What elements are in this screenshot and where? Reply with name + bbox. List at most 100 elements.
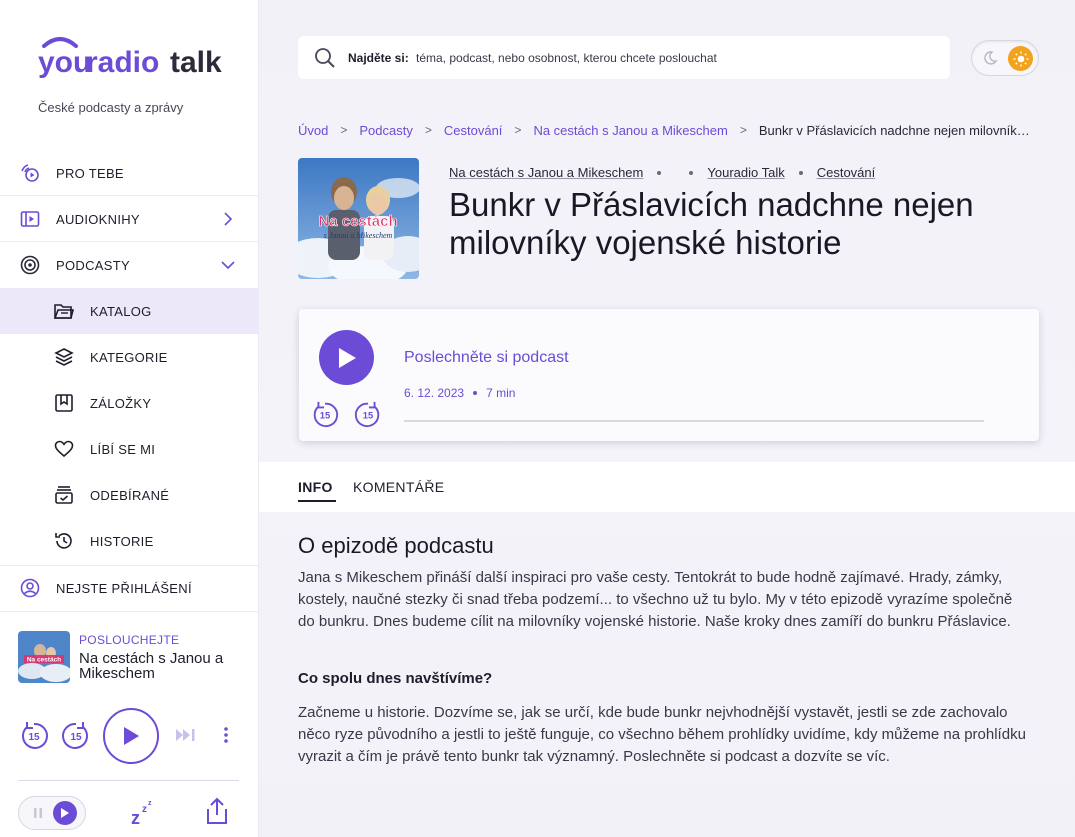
bookmark-icon: [53, 392, 75, 414]
now-playing-label: POSLOUCHEJTE: [79, 633, 180, 647]
rewind-15-button[interactable]: 15: [310, 399, 340, 429]
sleep-icon: z zz: [131, 800, 152, 826]
nav-label: LÍBÍ SE MI: [90, 441, 156, 457]
sun-icon: [1008, 46, 1033, 71]
svg-text:z: z: [142, 804, 147, 815]
divider: [0, 611, 259, 612]
breadcrumb-podcasty[interactable]: Podcasty: [359, 123, 412, 138]
folder-icon: [53, 300, 75, 322]
chevron-right-icon: >: [514, 123, 522, 137]
nav-historie[interactable]: HISTORIE: [0, 518, 259, 564]
search-label: Najděte si:: [348, 50, 409, 65]
now-playing[interactable]: Na cestách POSLOUCHEJTE Na cestách s Jan…: [18, 630, 248, 686]
next-button[interactable]: [174, 726, 198, 744]
forward-15-button[interactable]: 15: [60, 719, 92, 751]
episode-meta: Na cestách s Janou a Mikeschem Youradio …: [449, 165, 875, 180]
separator-dot: [798, 170, 803, 175]
layers-icon: [53, 346, 75, 368]
now-cover-text: Na cestách: [27, 657, 61, 664]
chevron-right-icon: [221, 212, 235, 226]
mini-play-button[interactable]: [103, 708, 159, 764]
nav-audioknihy[interactable]: AUDIOKNIHY: [0, 196, 259, 242]
rewind-icon: 15: [313, 401, 339, 428]
search-bar[interactable]: Najděte si:: [298, 36, 950, 79]
nav-label: NEJSTE PŘIHLÁŠENÍ: [56, 580, 192, 596]
main-content: Najděte si: Úvod > Podcasty > Cestování …: [259, 0, 1075, 837]
player-title: Poslechněte si podcast: [404, 349, 569, 366]
nav-kategorie[interactable]: KATEGORIE: [0, 334, 259, 380]
autoplay-toggle[interactable]: [18, 796, 86, 830]
player-meta: 6. 12. 2023 7 min: [404, 386, 515, 400]
user-icon: [19, 577, 41, 599]
now-playing-cover: Na cestách: [18, 631, 70, 683]
chevron-right-icon: >: [424, 123, 432, 137]
rewind-15-button[interactable]: 15: [18, 719, 50, 751]
play-icon: [53, 801, 77, 825]
nav-login[interactable]: NEJSTE PŘIHLÁŠENÍ: [0, 565, 259, 611]
description-paragraph: Jana s Mikeschem přináší další inspiraci…: [298, 569, 1013, 630]
pause-icon: [34, 808, 42, 818]
meta-network-link[interactable]: Youradio Talk: [707, 165, 784, 180]
svg-text:15: 15: [320, 411, 330, 421]
divider: [18, 780, 239, 781]
episode-cover: Na cestách s Janou a Mikeschem: [298, 158, 419, 279]
cover-title: Na cestách: [318, 213, 397, 230]
meta-category-link[interactable]: Cestování: [817, 165, 876, 180]
skip-next-icon: [176, 729, 195, 741]
nav-label: ZÁLOŽKY: [90, 395, 152, 411]
breadcrumb-cestovani[interactable]: Cestování: [444, 123, 503, 138]
forward-15-button[interactable]: 15: [353, 399, 383, 429]
breadcrumb-current: Bunkr v Přáslavicích nadchne nejen milov…: [758, 122, 1034, 138]
heart-icon: [53, 438, 75, 460]
svg-text:15: 15: [363, 411, 373, 421]
nav-label: PRO TEBE: [56, 165, 124, 181]
chevron-right-icon: >: [340, 123, 348, 137]
separator-dot: [473, 391, 478, 395]
theme-toggle[interactable]: [971, 40, 1039, 76]
sleep-timer-button[interactable]: zzz: [128, 797, 156, 827]
nav-podcasty[interactable]: PODCASTY: [0, 242, 259, 288]
player-date: 6. 12. 2023: [404, 386, 465, 400]
nav-odebirane[interactable]: ODEBÍRANÉ: [0, 472, 259, 518]
share-icon: [207, 797, 227, 824]
chevron-right-icon: >: [739, 123, 747, 137]
play-button[interactable]: [319, 330, 374, 385]
svg-text:z: z: [148, 800, 152, 807]
more-options-button[interactable]: [218, 724, 234, 746]
section-heading: O epizodě podcastu: [298, 533, 494, 558]
meta-show-link[interactable]: Na cestách s Janou a Mikeschem: [449, 165, 643, 180]
svg-text:15: 15: [28, 732, 40, 743]
episode-player: 15 15 Poslechněte si podcast 6. 12. 2023…: [299, 309, 1039, 441]
svg-text:15: 15: [70, 732, 82, 743]
nav-label: PODCASTY: [56, 257, 130, 273]
tab-underline: [298, 500, 336, 502]
progress-bar[interactable]: [404, 420, 984, 422]
description-paragraph: Začneme u historie. Dozvíme se, jak se u…: [298, 704, 1026, 765]
share-button[interactable]: [204, 796, 230, 826]
nav-label: KATALOG: [90, 303, 152, 319]
search-input[interactable]: [416, 50, 936, 65]
separator-dot: [657, 170, 662, 175]
tab-info[interactable]: INFO: [298, 479, 333, 495]
nav-label: AUDIOKNIHY: [56, 211, 140, 227]
logo-talk: talk: [170, 46, 222, 79]
radio-waves-icon: [19, 162, 41, 184]
forward-icon: 15: [354, 401, 380, 428]
nav-label: KATEGORIE: [90, 349, 168, 365]
forward-icon: 15: [62, 722, 88, 749]
history-icon: [53, 530, 75, 552]
nav-pro-tebe[interactable]: PRO TEBE: [0, 150, 259, 196]
logo-radio: radio: [86, 46, 159, 79]
nav-libi-se-mi[interactable]: LÍBÍ SE MI: [0, 426, 259, 472]
nav-zalozky[interactable]: ZÁLOŽKY: [0, 380, 259, 426]
cover-subtitle: s Janou a Mikeschem: [324, 231, 393, 240]
audiobook-icon: [19, 208, 41, 230]
breadcrumb-show[interactable]: Na cestách s Janou a Mikeschem: [533, 123, 727, 138]
nav-katalog[interactable]: KATALOG: [0, 288, 259, 334]
youradio-talk-logo[interactable]: you radio talk: [38, 34, 238, 82]
now-playing-title[interactable]: Na cestách s Janou a Mikeschem: [79, 651, 249, 681]
nav-label: ODEBÍRANÉ: [90, 487, 170, 503]
tab-komentare[interactable]: KOMENTÁŘE: [353, 479, 444, 495]
more-vertical-icon: [224, 727, 228, 743]
breadcrumb-uvod[interactable]: Úvod: [298, 123, 328, 138]
